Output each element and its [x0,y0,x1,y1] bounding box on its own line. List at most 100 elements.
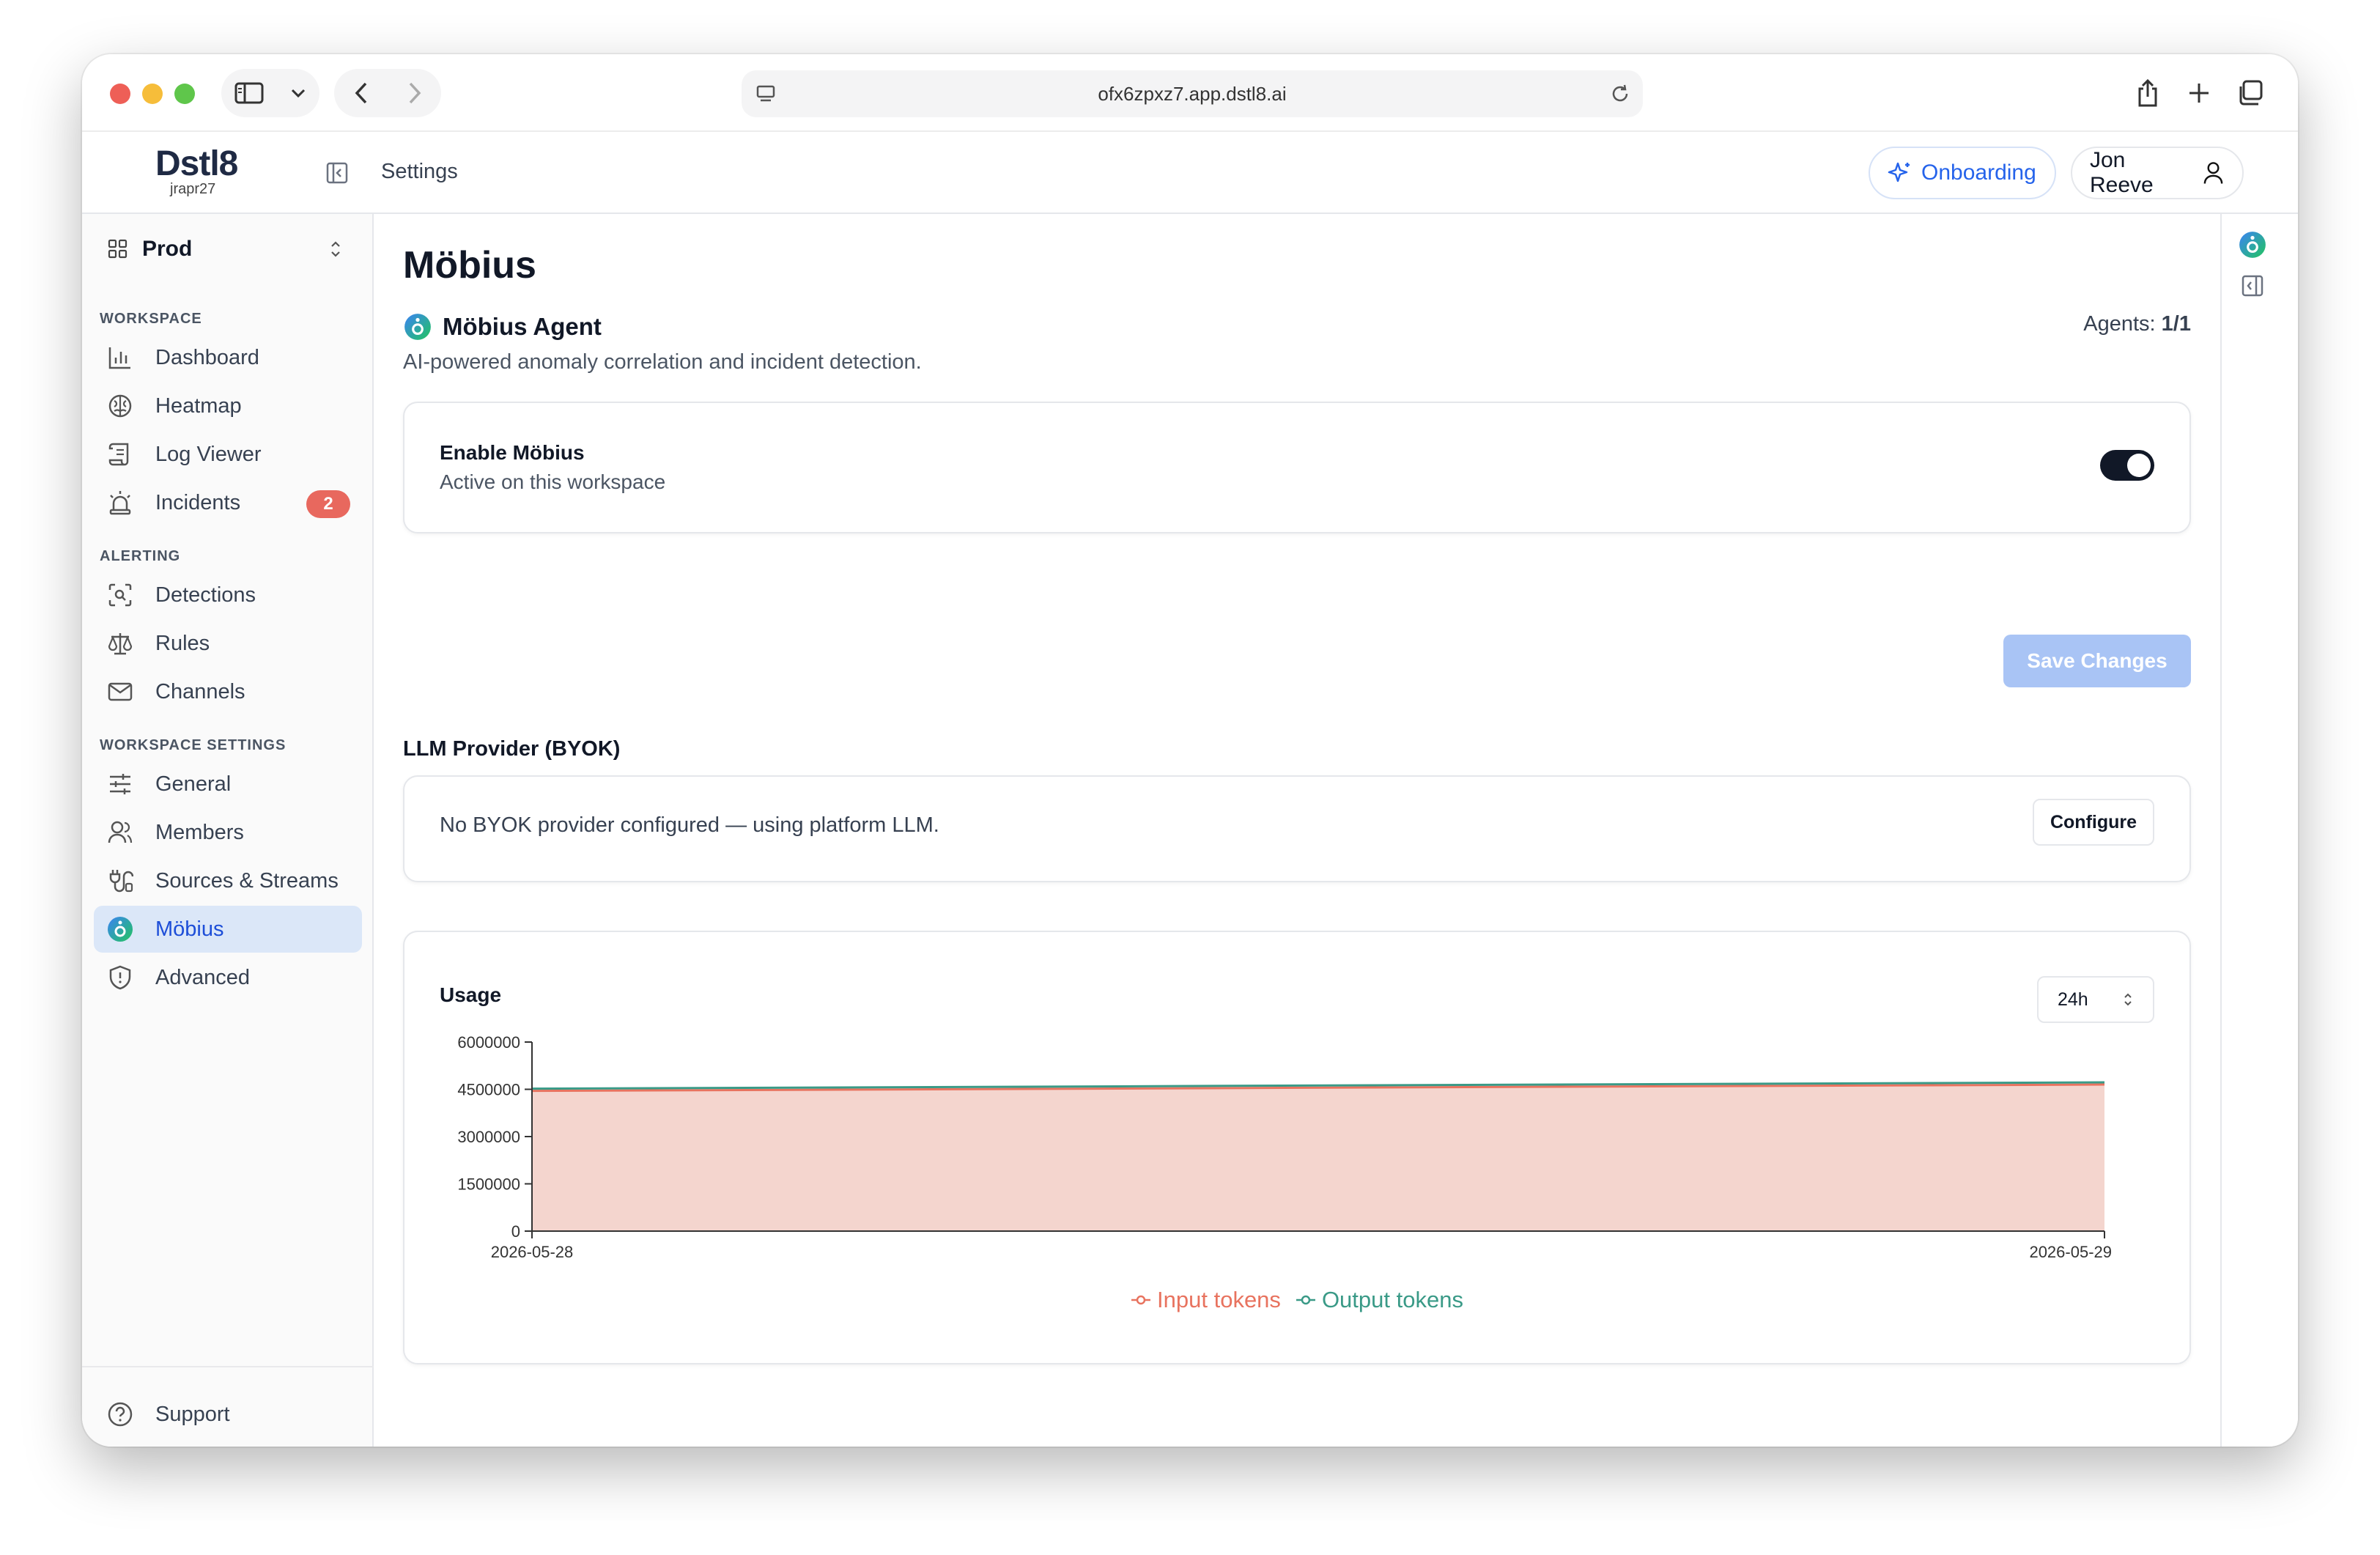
y-tick-label: 3000000 [457,1128,520,1146]
scan-search-icon [104,579,136,611]
enable-subtitle: Active on this workspace [440,470,666,493]
chevron-up-down-icon [2124,993,2132,1006]
sidebar-item-channels[interactable]: Channels [94,668,362,715]
sidebar-item-label: Detections [155,583,256,607]
close-window-button[interactable] [110,84,130,104]
legend-item-output[interactable]: Output tokens [1296,1287,1463,1313]
browser-window: ofx6zpxz7.app.dstl8.ai Dstl8 jrapr27 Set… [82,54,2298,1447]
enable-toggle[interactable] [2100,450,2154,481]
plug-icon [104,865,136,897]
browser-toolbar: ofx6zpxz7.app.dstl8.ai [82,54,2298,132]
main-content: Möbius Möbius Agent AI-powered anomaly c… [374,214,2220,1447]
chevron-down-icon [291,89,306,98]
tenant-name: jrapr27 [170,181,216,197]
llm-status: No BYOK provider configured — using plat… [440,813,939,837]
maximize-window-button[interactable] [174,84,195,104]
mobius-icon [104,913,136,945]
users-icon [104,816,136,849]
sidebar-divider [82,1366,374,1367]
y-tick-label: 6000000 [457,1033,520,1052]
sparkles-icon [1888,162,1910,182]
breadcrumb[interactable]: Settings [381,160,458,184]
llm-provider-card: No BYOK provider configured — using plat… [403,775,2191,882]
reload-icon[interactable] [1609,83,1631,105]
sidebar-item-detections[interactable]: Detections [94,572,362,618]
share-icon[interactable] [2131,76,2165,110]
usage-chart: 0 1500000 3000000 4500000 6000000 2026-05-28 2… [457,1033,2112,1261]
legend-line-icon [1296,1295,1315,1305]
workspace-name: Prod [142,237,193,261]
mobius-icon[interactable] [2238,230,2267,259]
sidebar-item-label: Advanced [155,965,250,989]
sidebar-item-label: Sources & Streams [155,868,339,893]
sliders-icon [104,768,136,800]
user-name: Jon Reeve [2090,148,2154,197]
forward-icon[interactable] [407,81,422,105]
sidebar-item-log-viewer[interactable]: Log Viewer [94,431,362,478]
sidebar-item-support[interactable]: Support [94,1391,362,1438]
time-range-select[interactable]: 24h [2037,976,2154,1023]
sidebar-item-mobius[interactable]: Möbius [94,906,362,953]
site-settings-icon[interactable] [755,83,777,105]
enable-card: Enable Möbius Active on this workspace [403,402,2191,533]
address-bar[interactable]: ofx6zpxz7.app.dstl8.ai [742,70,1643,117]
area-input-tokens [532,1085,2104,1231]
sidebar-item-label: Dashboard [155,345,259,369]
sidebar-item-dashboard[interactable]: Dashboard [94,334,362,381]
mobius-icon [404,314,431,340]
expand-panel-icon[interactable] [2241,274,2264,298]
tab-overview-icon[interactable] [2233,76,2267,110]
section-label-workspace: WORKSPACE [100,311,202,327]
sidebar-item-label: Incidents [155,490,241,514]
y-tick-label: 4500000 [457,1081,520,1099]
collapse-sidebar-icon[interactable] [325,161,349,185]
sidebar-item-rules[interactable]: Rules [94,620,362,667]
section-label-workspace-settings: WORKSPACE SETTINGS [100,737,287,753]
incidents-badge: 2 [306,490,350,518]
sidebar-item-general[interactable]: General [94,761,362,808]
legend-item-input[interactable]: Input tokens [1131,1287,1281,1313]
siren-icon [104,487,136,519]
scale-icon [104,627,136,660]
x-tick-label: 2026-05-28 [491,1243,574,1261]
scroll-icon [104,438,136,470]
legend-label: Output tokens [1321,1287,1463,1312]
sidebar-item-sources-streams[interactable]: Sources & Streams [94,857,362,904]
minimize-window-button[interactable] [142,84,163,104]
agents-label: Agents: [2083,312,2156,336]
usage-card: Usage 24h 0 1500000 3000000 4500000 6000000 2… [403,931,2191,1364]
onboarding-label: Onboarding [1921,160,2036,185]
workspace-selector[interactable]: Prod [100,226,356,273]
sidebar-item-advanced[interactable]: Advanced [94,954,362,1001]
user-menu-button[interactable]: Jon Reeve [2071,147,2244,199]
sidebar-item-heatmap[interactable]: Heatmap [94,383,362,429]
sidebar-item-label: Möbius [155,917,224,941]
sidebar-item-incidents[interactable]: Incidents 2 [94,479,362,526]
x-tick-label: 2026-05-29 [2029,1243,2112,1261]
user-icon [2203,162,2223,184]
sidebar-item-label: Support [155,1402,230,1426]
app-logo[interactable]: Dstl8 jrapr27 [155,144,258,198]
app-header: Dstl8 jrapr27 Settings Onboarding Jon Re… [82,132,2298,214]
configure-button[interactable]: Configure [2033,799,2154,846]
llm-provider-label: LLM Provider (BYOK) [403,737,621,761]
right-rail [2220,214,2298,1447]
agent-title: Möbius Agent [443,313,602,340]
sidebar-item-label: Heatmap [155,394,242,418]
section-label-alerting: ALERTING [100,548,181,564]
agent-description: AI-powered anomaly correlation and incid… [403,350,922,374]
sidebar-item-label: Channels [155,679,245,703]
back-icon[interactable] [354,81,369,105]
sidebar-toggle-group[interactable] [221,69,319,117]
chart-legend: Input tokens Output tokens [404,1287,2189,1313]
onboarding-button[interactable]: Onboarding [1869,147,2056,199]
sidebar-item-label: Rules [155,631,210,655]
new-tab-icon[interactable] [2182,76,2216,110]
agents-value: 1/1 [2161,312,2191,336]
time-range-value: 24h [2058,989,2088,1010]
sidebar-item-label: General [155,772,232,796]
usage-title: Usage [440,983,502,1006]
sidebar-item-members[interactable]: Members [94,809,362,856]
save-changes-button[interactable]: Save Changes [2003,635,2191,687]
sidebar-item-label: Members [155,820,244,844]
